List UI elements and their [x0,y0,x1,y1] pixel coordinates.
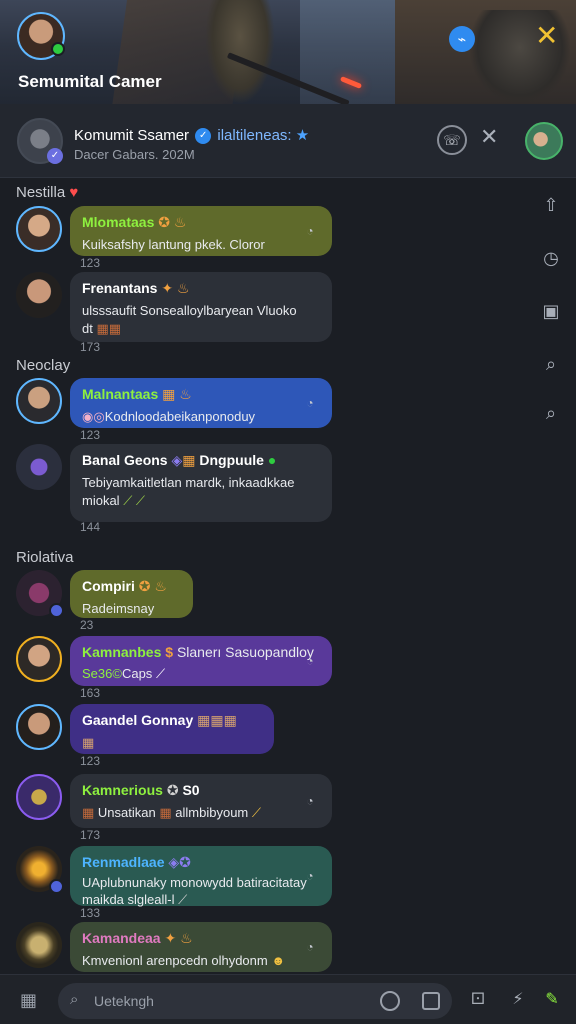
avatar[interactable] [16,444,62,490]
reaction-icon[interactable]: ◔ [302,395,318,411]
message-text: Kuiksafshy lantung pkek. Cloror [82,237,265,252]
message-count: 133 [80,906,101,920]
check-badge-icon: ✓ [195,128,212,145]
message-text: ▦ [82,735,95,750]
message-bubble[interactable]: Gaandel Gonnay ▦▦▦ ▦ [70,704,274,754]
link-icon[interactable]: ⌁ [449,26,475,52]
verified-icon [49,879,64,894]
message-count: 173 [80,340,101,354]
message-count: 144 [80,520,101,534]
avatar[interactable] [16,570,64,618]
avatar[interactable] [16,846,64,894]
message-text-2: dt ▦▦ [82,321,122,336]
close-icon[interactable]: ✕ [480,124,498,150]
sender-name: Frenantans ✦ ♨ [82,280,190,296]
search-icon[interactable]: ⌕ [536,349,566,379]
group-subtitle: Dacer Gabars. 202M [74,147,195,162]
emoji-icon[interactable] [380,991,400,1011]
avatar[interactable] [16,704,62,750]
profile-avatar[interactable] [525,122,563,160]
message-bubble[interactable]: Kamnanbes $ Slanerı Sasuopandloy Se36©Ca… [70,636,332,686]
message-count: 123 [80,256,101,270]
message-bubble[interactable]: Kamandeaa ✦ ♨ Kmvenionl arenpcedn olhydo… [70,922,332,972]
sender-name: Renmadlaae ◈✪ [82,854,191,870]
reaction-icon[interactable]: ◔ [302,223,318,239]
message-count: 173 [80,828,101,842]
message-text: ◉◎Kodnloodabeikanponoduy [82,409,256,424]
group-avatar[interactable]: ✓ [17,118,63,164]
dice-icon[interactable]: ⚀ [467,989,489,1011]
avatar[interactable] [16,922,62,968]
message-text: UAplubnunaky monowydd batiracitatay [82,875,307,890]
chat-header: ✓ Komumit Ssamer ✓ ilaltileneas: ★ Dacer… [0,104,576,178]
message-text-2: maikda slgleall-l ⟋ [82,892,188,907]
message-count: 23 [80,618,94,632]
soldier-figure [205,0,275,104]
share-icon[interactable]: ⇧ [536,190,566,220]
message-bubble[interactable]: Mlomataas ✪ ♨ Kuiksafshy lantung pkek. C… [70,206,332,256]
bolt-icon[interactable]: ⚡ [507,989,529,1011]
avatar[interactable] [16,272,62,318]
message-count: 163 [80,686,101,700]
group-name-extra: ilaltileneas: [217,127,292,144]
message-bubble[interactable]: Banal Geons ◈▦ Dngpuule ● Tebiyamkaitlet… [70,444,332,522]
banner-title: Semumital Camer [18,72,162,91]
message-text-2: miokal ⟋ ⟋ [82,493,146,508]
message-text: Se36©Caps ⟋ [82,666,166,681]
search-icon[interactable]: ⌕ [536,398,566,428]
image-icon[interactable] [422,992,440,1010]
sender-name: Gaandel Gonnay ▦▦▦ [82,712,237,728]
game-banner: Semumital Camer ⌁ ✕ [0,0,576,104]
sender-name: Kamnerious ✪ S0 [82,782,200,798]
message-bubble[interactable]: Compiri ✪ ♨ Radeimsnay [70,570,193,618]
message-text: ▦ Unsatikan ▦ allmbibyoum ⟋ [82,805,261,820]
sender-name: Banal Geons ◈▦ Dngpuule ● [82,452,277,468]
group-name-text: Komumit Ssamer [74,127,190,144]
online-status-icon [51,42,65,56]
section-label: Riolativa [16,549,74,566]
game-icon[interactable]: ✎ [541,989,563,1011]
search-icon: ⌕ [70,991,79,1008]
section-label: Neoclay [16,357,71,374]
sender-name: Mlomataas ✪ ♨ [82,214,187,230]
sender-name: Kamandeaa ✦ ♨ [82,930,193,946]
verified-icon: ✓ [47,148,63,164]
sender-name: Compiri ✪ ♨ [82,578,167,594]
heart-icon: ♥ [69,184,79,201]
avatar[interactable] [16,378,62,424]
reaction-icon[interactable]: ◔ [302,939,318,955]
grid-icon[interactable]: ▦ [20,990,40,1010]
clock-icon[interactable]: ◷ [536,243,566,273]
calendar-icon[interactable]: ▣ [536,296,566,326]
message-text: ulsssaufit Sonsealloylbaryean Vluoko [82,303,297,318]
message-text: Tebiyamkaitletlan mardk, inkaadkkae [82,475,295,490]
avatar[interactable] [16,636,62,682]
message-count: 123 [80,428,101,442]
avatar[interactable] [16,774,62,820]
sender-name: Malnantaas ▦ ♨ [82,386,192,402]
group-name: Komumit Ssamer ✓ ilaltileneas: ★ [74,126,310,145]
sender-name: Kamnanbes $ Slanerı Sasuopandloy [82,644,314,660]
composer-bar: ▦ ⌕ ⚀ ⚡ ✎ [0,974,576,1024]
section-label: Nestilla ♥ [16,184,79,201]
phone-icon[interactable]: ☏ [437,125,467,155]
message-input[interactable] [94,989,374,1013]
avatar[interactable] [16,206,62,252]
message-text: Kmvenionl arenpcedn olhydonm ☻ [82,953,286,968]
message-bubble[interactable]: Frenantans ✦ ♨ ulsssaufit Sonsealloylbar… [70,272,332,342]
message-input-container[interactable]: ⌕ [58,983,452,1019]
reaction-icon[interactable]: ◔ [302,868,318,884]
user-avatar[interactable] [17,12,65,60]
message-bubble[interactable]: Malnantaas ▦ ♨ ◉◎Kodnloodabeikanponoduy … [70,378,332,428]
reaction-icon[interactable]: ◔ [302,653,318,669]
message-bubble[interactable]: Renmadlaae ◈✪ UAplubnunaky monowydd bati… [70,846,332,907]
reaction-icon[interactable]: ◔ [302,793,318,809]
message-bubble[interactable]: Kamnerious ✪ S0 ▦ Unsatikan ▦ allmbibyou… [70,774,332,828]
message-count: 123 [80,754,101,768]
verified-icon [49,603,64,618]
star-icon: ★ [295,127,310,144]
message-text: Radeimsnay [82,601,155,616]
close-icon[interactable]: ✕ [535,22,558,50]
